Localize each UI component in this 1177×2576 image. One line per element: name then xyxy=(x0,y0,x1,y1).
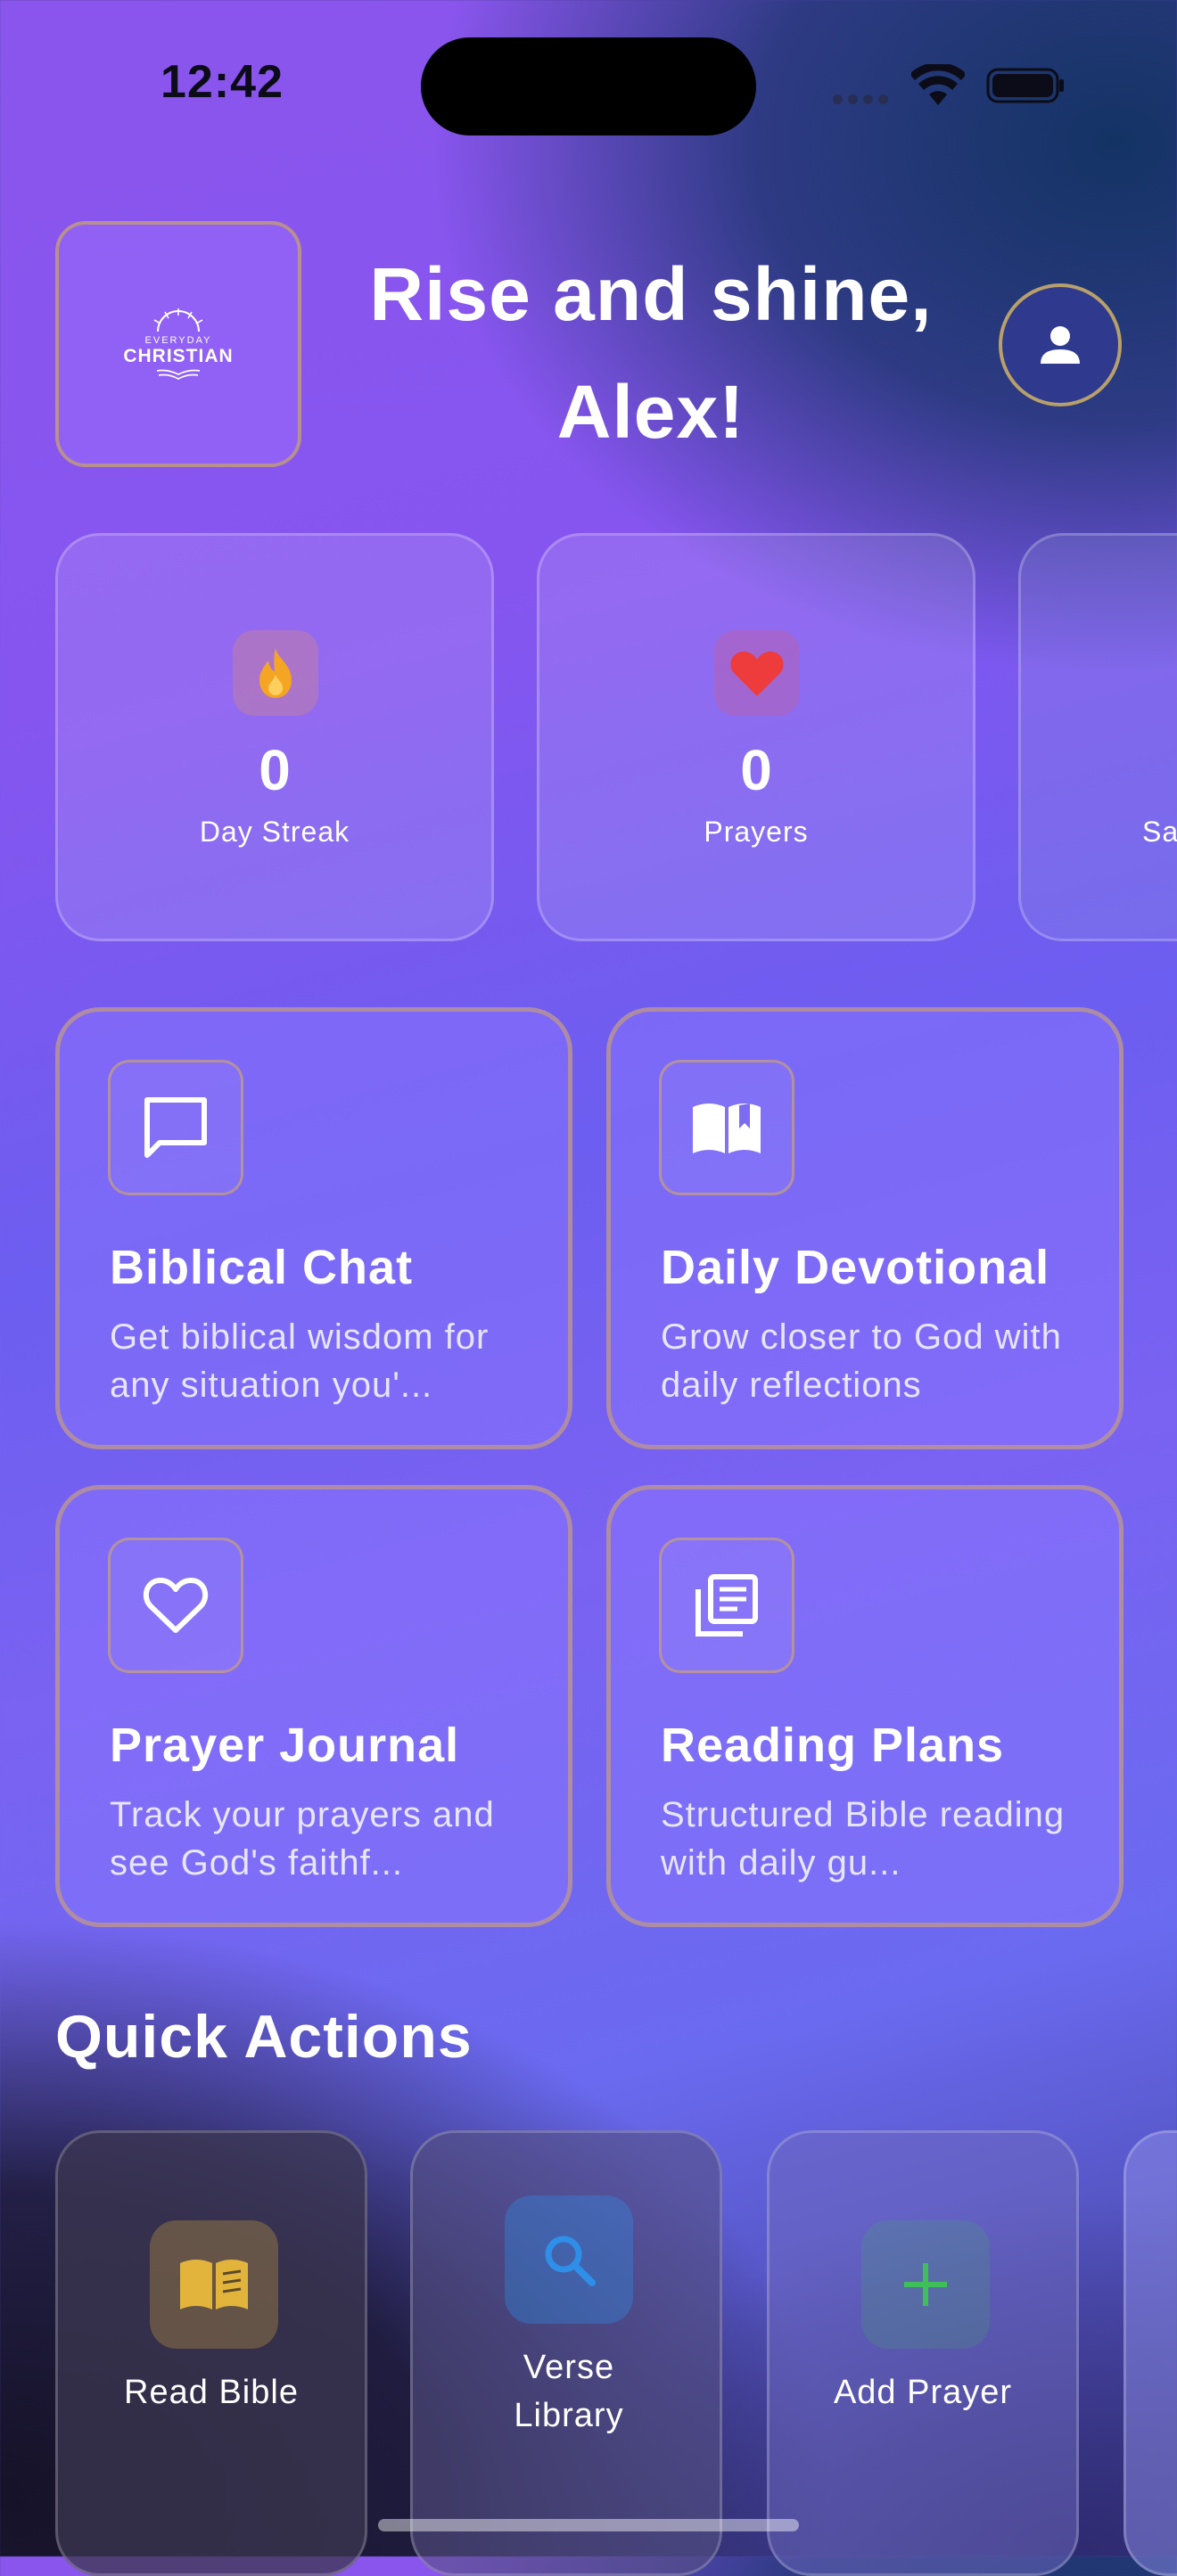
wifi-icon xyxy=(911,64,965,105)
quick-actions-heading: Quick Actions xyxy=(55,2003,473,2071)
battery-icon xyxy=(986,68,1064,103)
stat-card-streak[interactable]: 0 Day Streak xyxy=(55,533,494,941)
quick-action-label: Read Bible xyxy=(124,2374,299,2411)
stat-card-partial[interactable]: Sa xyxy=(1018,533,1177,941)
app-logo[interactable]: EVERYDAY CHRISTIAN xyxy=(55,221,301,467)
quick-action-label: Add Prayer xyxy=(833,2374,1013,2411)
feature-card-prayer-journal[interactable]: Prayer Journal Track your prayers and se… xyxy=(55,1485,572,1927)
feature-card-biblical-chat[interactable]: Biblical Chat Get biblical wisdom for an… xyxy=(55,1007,572,1449)
flame-icon xyxy=(233,630,318,716)
book-icon xyxy=(150,2220,278,2349)
greeting-line-1: Rise and shine, xyxy=(369,252,933,336)
partial-stat-label: Sa xyxy=(1142,816,1177,848)
heart-icon xyxy=(714,630,800,716)
signal-icon xyxy=(833,93,895,104)
card-description: Grow closer to God with daily reflection… xyxy=(661,1317,1062,1405)
dynamic-island xyxy=(421,37,756,135)
home-indicator[interactable] xyxy=(378,2519,799,2531)
streak-label: Day Streak xyxy=(199,816,350,848)
quick-action-partial[interactable] xyxy=(1124,2130,1177,2576)
person-icon xyxy=(1041,326,1080,364)
search-icon xyxy=(505,2195,633,2324)
profile-button[interactable] xyxy=(999,283,1122,406)
quick-action-add-prayer[interactable]: Add Prayer xyxy=(767,2130,1079,2576)
open-book-mark-icon xyxy=(156,369,201,381)
card-title: Daily Devotional xyxy=(661,1241,1050,1294)
card-description: Get biblical wisdom for any situation yo… xyxy=(110,1317,490,1405)
quick-action-label: Verse Library xyxy=(514,2349,624,2434)
card-description: Track your prayers and see God's faithf.… xyxy=(110,1795,495,1883)
logo-text-top: EVERYDAY xyxy=(144,335,212,346)
heart-outline-icon xyxy=(108,1538,243,1673)
feature-card-daily-devotional[interactable]: Daily Devotional Grow closer to God with… xyxy=(606,1007,1124,1449)
greeting-heading: Rise and shine, Alex! xyxy=(330,235,972,471)
card-title: Reading Plans xyxy=(661,1719,1005,1772)
feature-card-reading-plans[interactable]: Reading Plans Structured Bible reading w… xyxy=(606,1485,1124,1927)
quick-action-verse-library[interactable]: Verse Library xyxy=(410,2130,722,2576)
streak-count: 0 xyxy=(259,738,291,802)
documents-icon xyxy=(659,1538,794,1673)
card-description: Structured Bible reading with daily gu..… xyxy=(661,1795,1066,1883)
prayers-label: Prayers xyxy=(704,816,809,848)
card-title: Prayer Journal xyxy=(110,1719,460,1772)
prayers-count: 0 xyxy=(740,738,772,802)
quick-action-read-bible[interactable]: Read Bible xyxy=(55,2130,367,2576)
logo-text-main: CHRISTIAN xyxy=(123,346,234,366)
stat-card-prayers[interactable]: 0 Prayers xyxy=(537,533,975,941)
plus-icon xyxy=(861,2220,990,2349)
status-time: 12:42 xyxy=(160,56,284,108)
greeting-line-2: Alex! xyxy=(556,370,745,454)
sunrise-icon xyxy=(153,308,203,332)
chat-bubble-icon xyxy=(108,1060,243,1195)
open-book-icon xyxy=(659,1060,794,1195)
card-title: Biblical Chat xyxy=(110,1241,414,1294)
